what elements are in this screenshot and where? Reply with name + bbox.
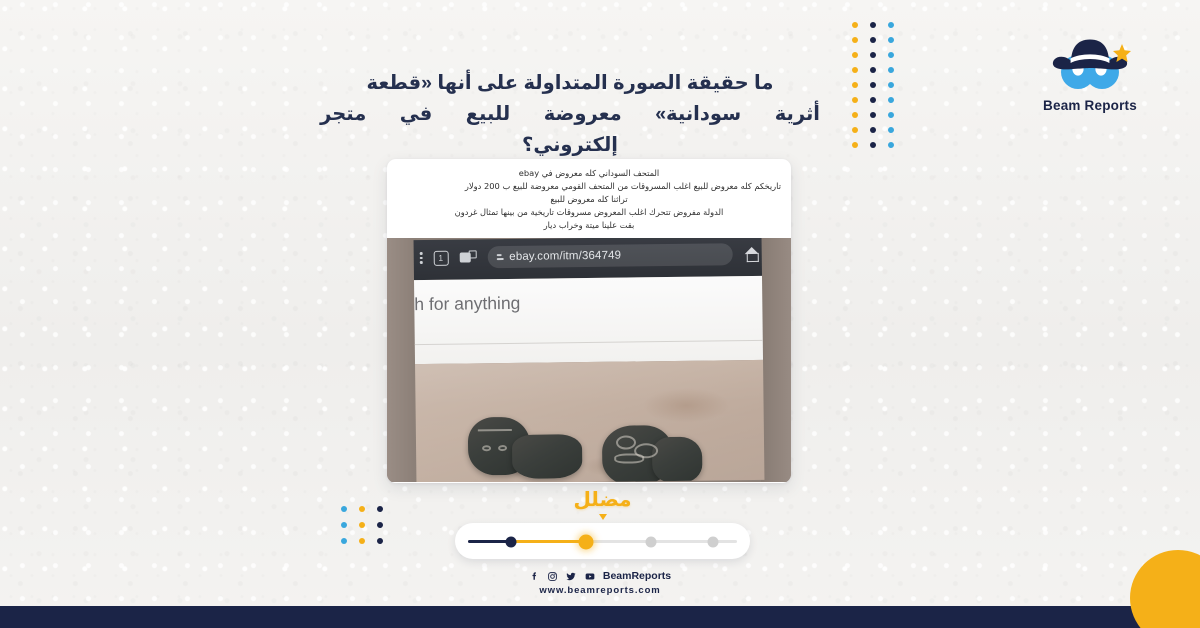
facebook-icon[interactable] [529,571,540,582]
brand-logo: Beam Reports [1028,22,1152,113]
decor-dot [852,67,858,73]
decor-dot [852,52,858,58]
decor-dot [377,506,383,512]
slider-step-3[interactable] [645,536,657,547]
post-line: بقت علينا ميتة وخراب ديار [543,220,635,231]
decor-dot [852,97,858,103]
decorative-dots-right [852,22,906,157]
decor-dot [359,522,365,528]
photo-haze [413,360,765,483]
decor-dot [359,538,365,544]
decor-dot [870,97,876,103]
logo-mark [1042,22,1138,94]
website-url: www.beamreports.com [539,585,661,596]
decor-dot [888,112,894,118]
social-links: BeamReports [0,570,1200,582]
decor-dot [870,127,876,133]
caret-down-icon [598,514,607,520]
decor-dot [359,506,365,512]
artifact-statue [651,437,703,483]
youtube-icon[interactable] [584,571,596,582]
headline-word: سودانية» [655,102,742,125]
headline-line-1: ما حقيقة الصورة المتداولة على أنها «قطعة [366,72,774,94]
decor-dot [888,22,894,28]
decor-dot [870,112,876,118]
slider-step-1[interactable] [505,536,517,547]
slider-track [468,534,737,549]
decor-dot [852,142,858,148]
decor-dot [852,82,858,88]
verdict-rating: مضلل [455,487,750,559]
claim-photo: 1 ebay.com/itm/364749 h for anything [387,238,791,483]
headline-line-2: أثرية سودانية» معروضة للبيع في متجر [320,99,820,130]
search-placeholder-text: h for anything [414,293,521,315]
url-text: ebay.com/itm/364749 [509,250,622,264]
headline-word: أثرية [774,102,820,125]
rating-slider[interactable] [455,523,750,559]
url-bar[interactable]: ebay.com/itm/364749 [487,243,733,269]
decor-dot [888,67,894,73]
verdict-label: مضلل [573,489,632,511]
logo-text: Beam Reports [1043,98,1137,113]
instagram-icon[interactable] [547,571,558,582]
decor-dot [888,97,894,103]
post-line: تراثنا كله معروض للبيع [550,194,628,205]
decor-dot [870,82,876,88]
decor-dot [870,67,876,73]
post-line: الدولة مفروض تتحرك اغلب المعروض مسروقات … [454,207,724,218]
post-line: تاريخكم كله معروض للبيع اغلب المسروقات م… [464,181,781,192]
decor-dot [870,52,876,58]
headline-word: في [399,102,433,125]
decor-dot [852,127,858,133]
headline-word: للبيع [465,102,511,125]
vertical-dots-menu-icon[interactable] [419,252,423,265]
claim-card: المتحف السوداني كله معروض في ebay تاريخك… [387,159,791,483]
home-icon[interactable] [744,247,760,262]
detective-hat-icon [1052,39,1128,70]
decor-dot [377,538,383,544]
photo-left-edge [387,238,416,483]
decor-dot [852,112,858,118]
decor-dot [870,142,876,148]
site-settings-icon[interactable] [496,254,504,261]
artifact-detail [477,429,512,439]
social-post-text: المتحف السوداني كله معروض في ebay تاريخك… [387,159,791,238]
page-title: ما حقيقة الصورة المتداولة على أنها «قطعة… [320,68,820,160]
decor-dot [888,142,894,148]
mobile-browser-bar: 1 ebay.com/itm/364749 [413,238,765,281]
post-line: المتحف السوداني كله معروض في ebay [518,168,660,178]
slider-fill-gold [511,540,587,543]
slider-step-4[interactable] [707,536,719,547]
artifact-photo-region [413,360,765,483]
decor-dot [888,52,894,58]
decor-dot [888,82,894,88]
corner-accent-circle [1130,550,1200,628]
decor-dot [341,506,347,512]
tab-count-icon[interactable]: 1 [433,250,449,266]
headline-word: معروضة [543,102,622,125]
photo-right-edge [761,238,791,483]
poster-canvas: ما حقيقة الصورة المتداولة على أنها «قطعة… [0,0,1200,628]
decor-dot [870,22,876,28]
decorative-dots-left [341,506,395,554]
photo-content: 1 ebay.com/itm/364749 h for anything [413,238,765,483]
bottom-bar [0,606,1200,628]
twitter-icon[interactable] [565,571,577,582]
camera-tab-icon[interactable] [459,250,477,265]
headline-line-3: إلكتروني؟ [522,133,618,156]
decor-dot [888,127,894,133]
slider-step-2-active[interactable] [578,534,594,549]
decor-dot [888,37,894,43]
decor-dot [341,522,347,528]
decor-dot [341,538,347,544]
social-handle: BeamReports [602,570,672,582]
footer: BeamReports www.beamreports.com [0,570,1200,596]
decor-dot [377,522,383,528]
decor-dot [852,22,858,28]
artifact-statue [511,434,583,480]
decor-dot [870,37,876,43]
ebay-page-header [413,276,765,365]
decor-dot [852,37,858,43]
headline-word: متجر [320,102,367,125]
